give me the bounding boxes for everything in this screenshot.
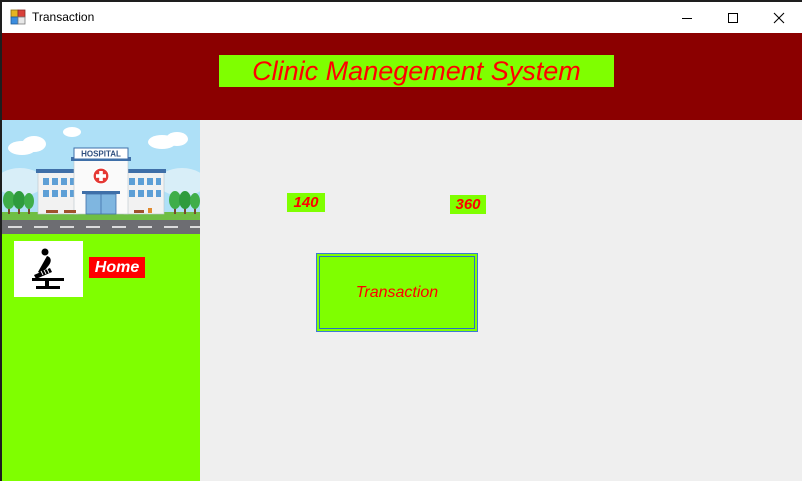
hospital-illustration: HOSPITAL: [2, 120, 200, 234]
hospital-sign-text: HOSPITAL: [81, 150, 121, 159]
title-bar[interactable]: Transaction: [2, 2, 802, 33]
minimize-icon: [682, 17, 692, 19]
sidebar: HOSPITAL Home: [2, 120, 200, 481]
count-label-1: 140: [287, 193, 325, 212]
maximize-icon: [728, 12, 738, 23]
massage-bed-icon: [32, 248, 64, 289]
minimize-button[interactable]: [664, 2, 710, 33]
header-panel: Clinic Manegement System: [2, 33, 802, 120]
home-link[interactable]: Home: [89, 257, 145, 278]
app-title: Clinic Manegement System: [219, 55, 614, 87]
app-window-icon[interactable]: [10, 9, 26, 25]
transaction-button-label: Transaction: [319, 256, 475, 329]
count-label-2: 360: [450, 195, 486, 214]
maximize-button[interactable]: [710, 2, 756, 33]
home-icon-button[interactable]: [14, 241, 83, 297]
app-window: Transaction Clinic Manegement System HOS…: [2, 2, 802, 481]
window-title: Transaction: [32, 10, 95, 24]
close-icon: [773, 12, 785, 23]
close-button[interactable]: [756, 2, 802, 33]
transaction-button[interactable]: Transaction: [316, 253, 478, 332]
